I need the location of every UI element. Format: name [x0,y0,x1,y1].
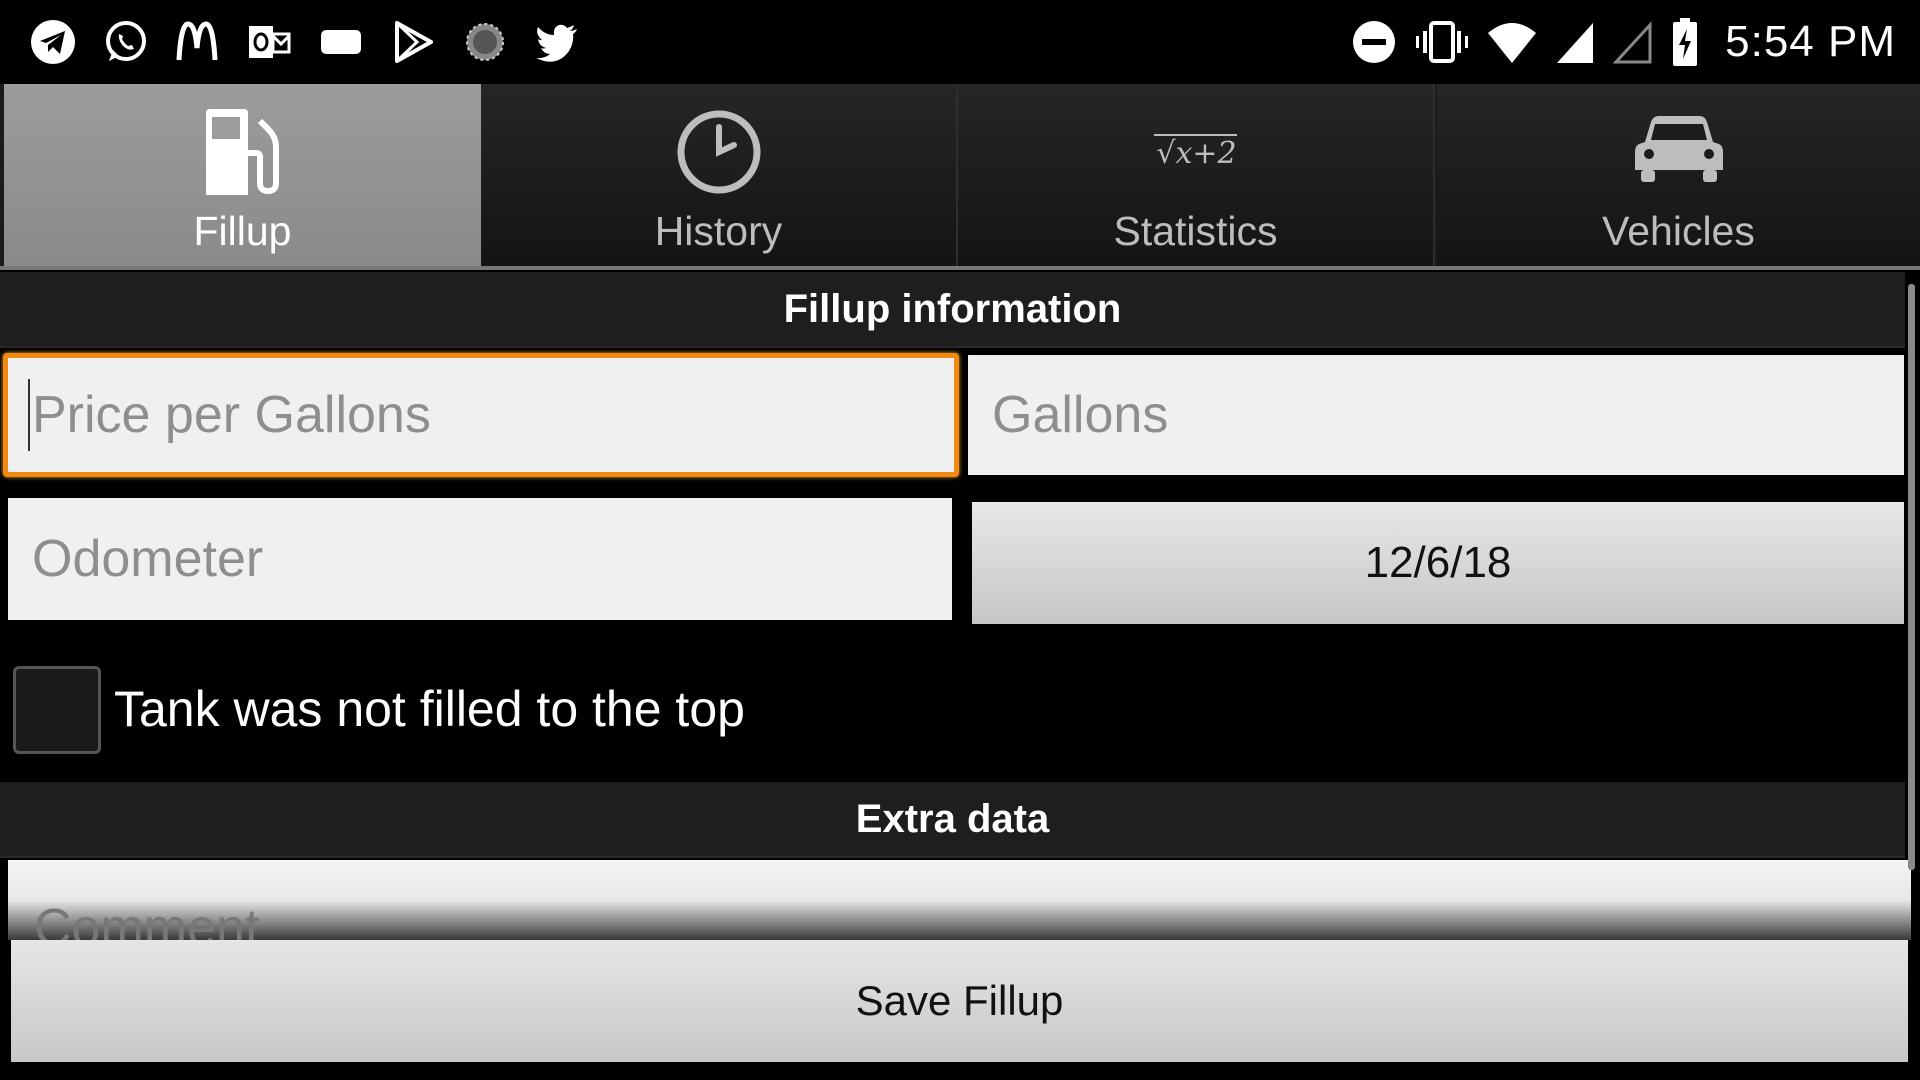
wifi-icon [1487,17,1537,67]
tab-label: Fillup [193,208,292,254]
date-picker-button[interactable]: 12/6/18 [972,502,1904,624]
message-icon [316,17,366,67]
signal-icon [1555,17,1595,67]
notification-icons [28,10,582,74]
tab-label: History [654,208,783,254]
sqrt-formula-icon: √x+2 [1148,104,1244,200]
fuel-pump-icon [195,104,291,200]
partial-fill-label[interactable]: Tank was not filled to the top [114,680,745,738]
mcdonalds-icon [172,17,222,67]
comment-input[interactable]: Comment [8,860,1911,940]
partial-fill-checkbox[interactable] [13,666,101,754]
twitter-icon [532,17,582,67]
sqrt-formula-text: √x+2 [1154,133,1237,171]
save-fillup-label: Save Fillup [855,977,1064,1024]
clock-icon [671,104,767,200]
odometer-input[interactable]: Odometer [8,498,952,620]
vibrate-icon [1415,17,1469,67]
telegram-icon [28,17,78,67]
scrollbar[interactable] [1908,284,1915,870]
play-store-icon [388,17,438,67]
tab-statistics[interactable]: √x+2 Statistics [958,84,1435,266]
text-cursor [28,379,30,451]
tab-history[interactable]: History [481,84,958,266]
comment-placeholder: Comment [34,899,260,940]
tab-label: Vehicles [1602,208,1755,254]
car-icon [1631,104,1727,200]
tab-vehicles[interactable]: Vehicles [1437,84,1920,266]
do-not-disturb-icon [1351,17,1397,67]
status-bar: 5:54 PM [0,0,1920,84]
signal-empty-icon [1613,17,1653,67]
tab-bar: Fillup History √x+2 Statistics Vehicles [0,84,1920,270]
battery-charging-icon [1671,17,1699,67]
price-per-gallon-placeholder: Price per Gallons [32,386,431,444]
loading-icon [460,17,510,67]
save-fillup-button[interactable]: Save Fillup [11,940,1908,1062]
outlook-icon [244,17,294,67]
date-value: 12/6/18 [1364,538,1512,587]
fillup-information-header: Fillup information [0,272,1905,348]
gallons-input[interactable]: Gallons [968,355,1904,475]
price-per-gallon-input[interactable]: Price per Gallons [3,353,959,477]
extra-data-header: Extra data [0,782,1905,858]
tab-label: Statistics [1113,208,1278,254]
tab-fillup[interactable]: Fillup [4,84,481,266]
whatsapp-icon [100,17,150,67]
tab-underline [0,266,1920,270]
gallons-placeholder: Gallons [992,386,1169,444]
clock: 5:54 PM [1725,17,1896,66]
system-icons: 5:54 PM [1351,10,1896,74]
odometer-placeholder: Odometer [32,530,264,588]
